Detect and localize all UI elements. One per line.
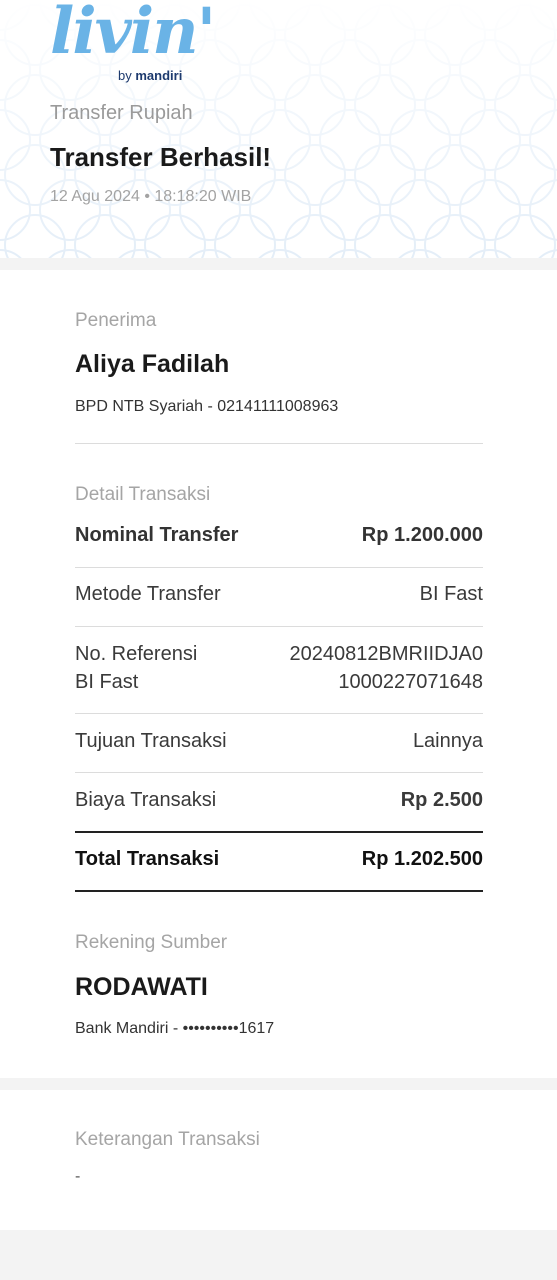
row-value: 20240812BMRIIDJA0 1000227071648: [290, 640, 483, 696]
row-label: No. Referensi BI Fast: [75, 640, 197, 696]
receipt-header: livin' by mandiri Transfer Rupiah Transf…: [0, 0, 557, 258]
row-label-line1: No. Referensi: [75, 643, 198, 665]
row-reference-number: No. Referensi BI Fast 20240812BMRIIDJA0 …: [75, 640, 483, 696]
row-label: Biaya Transaksi: [75, 789, 217, 811]
transaction-datetime: 12 Agu 2024 • 18:18:20 WIB: [50, 188, 252, 205]
row-total-transaction: Total Transaksi Rp 1.202.500: [75, 845, 483, 873]
logo-by-mandiri: by mandiri: [118, 68, 182, 83]
divider: [75, 772, 483, 773]
livin-logo: livin' by mandiri: [50, 0, 216, 90]
transfer-type: Transfer Rupiah: [50, 102, 193, 124]
recipient-name: Aliya Fadilah: [75, 350, 230, 378]
source-label: Rekening Sumber: [75, 932, 228, 953]
row-value: Rp 1.202.500: [361, 848, 483, 870]
recipient-label: Penerima: [75, 310, 157, 331]
source-account: Bank Mandiri - ••••••••••1617: [75, 1020, 275, 1037]
row-label: Metode Transfer: [75, 583, 221, 605]
row-label-line2: BI Fast: [75, 671, 139, 693]
logo-bank-text: mandiri: [135, 68, 183, 83]
divider: [75, 890, 483, 892]
logo-word: livin': [50, 0, 216, 69]
source-name: RODAWATI: [75, 973, 208, 1001]
row-label: Tujuan Transaksi: [75, 730, 227, 752]
row-value-line1: 20240812BMRIIDJA0: [289, 643, 483, 665]
row-value: Rp 1.200.000: [361, 524, 483, 546]
details-label: Detail Transaksi: [75, 484, 211, 505]
row-transaction-fee: Biaya Transaksi Rp 2.500: [75, 786, 483, 814]
divider: [75, 443, 483, 444]
transaction-card: Penerima Aliya Fadilah BPD NTB Syariah -…: [0, 270, 557, 1078]
row-nominal-transfer: Nominal Transfer Rp 1.200.000: [75, 521, 483, 549]
logo-by-text: by: [118, 68, 132, 83]
row-label: Total Transaksi: [75, 848, 220, 870]
row-transaction-purpose: Tujuan Transaksi Lainnya: [75, 727, 483, 755]
divider: [75, 626, 483, 627]
note-value: -: [75, 1168, 81, 1185]
page-title: Transfer Berhasil!: [50, 142, 272, 172]
row-value-line2: 1000227071648: [338, 671, 483, 693]
note-label: Keterangan Transaksi: [75, 1129, 260, 1150]
divider: [75, 567, 483, 568]
row-value: Lainnya: [412, 730, 483, 752]
row-transfer-method: Metode Transfer BI Fast: [75, 580, 483, 608]
recipient-bank-account: BPD NTB Syariah - 02141111008963: [75, 398, 339, 415]
row-label: Nominal Transfer: [75, 524, 239, 546]
row-value: Rp 2.500: [400, 789, 483, 811]
note-card: Keterangan Transaksi -: [0, 1090, 557, 1230]
divider: [75, 831, 483, 833]
divider: [75, 713, 483, 714]
row-value: BI Fast: [419, 583, 483, 605]
